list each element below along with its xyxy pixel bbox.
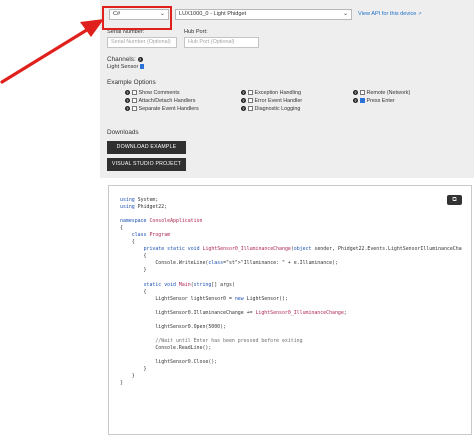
- option-checkbox[interactable]: [132, 106, 137, 111]
- help-icon[interactable]: ?: [125, 106, 130, 112]
- device-select-value: LUX1000_0 - Light Phidget: [179, 11, 247, 17]
- option-checkbox[interactable]: [132, 90, 137, 95]
- code-line: using Phidget22;: [120, 204, 168, 211]
- option-checkbox[interactable]: [248, 98, 253, 103]
- hub-port-placeholder: Hub Port (Optional): [188, 39, 235, 45]
- external-link-icon: ↗: [417, 11, 422, 16]
- code-line: static void Main(string[] args): [143, 281, 235, 288]
- help-icon[interactable]: ?: [241, 98, 246, 104]
- option-label: Error Event Handler: [254, 98, 303, 104]
- option-diagnostic-logging[interactable]: ? Diagnostic Logging: [241, 106, 300, 112]
- view-api-link-text: View API for this device: [358, 11, 417, 17]
- option-separate-event-handlers[interactable]: ? Separate Event Handlers: [125, 106, 199, 112]
- chevron-down-icon: ⌄: [342, 11, 348, 17]
- code-line: {: [131, 239, 135, 246]
- visual-studio-project-button[interactable]: VISUAL STUDIO PROJECT: [107, 158, 186, 171]
- download-example-button[interactable]: DOWNLOAD EXAMPLE: [107, 141, 186, 154]
- option-show-comments[interactable]: ? Show Comments: [125, 90, 180, 96]
- code-block: ⧉ using System; using Phidget22; namespa…: [108, 185, 472, 435]
- option-label: Attach/Detach Handlers: [138, 98, 196, 104]
- code-line: }: [143, 267, 147, 274]
- channel-checkbox[interactable]: [139, 64, 145, 69]
- view-api-link[interactable]: View API for this device ↗: [358, 11, 422, 17]
- help-icon[interactable]: ?: [125, 90, 130, 96]
- option-press-enter[interactable]: ? Press Enter: [353, 98, 395, 104]
- code-line: {: [143, 288, 147, 295]
- downloads-label: Downloads: [107, 129, 139, 136]
- code-line: //Wait until Enter has been pressed befo…: [120, 337, 303, 344]
- option-label: Separate Event Handlers: [138, 106, 199, 112]
- help-icon[interactable]: ?: [353, 90, 358, 96]
- option-checkbox[interactable]: [132, 98, 137, 103]
- code-line: }: [131, 373, 135, 380]
- code-line: lightSensor0.IlluminanceChange += LightS…: [120, 309, 347, 316]
- option-attach-detach-handlers[interactable]: ? Attach/Detach Handlers: [125, 98, 195, 104]
- device-select[interactable]: LUX1000_0 - Light Phidget ⌄: [175, 9, 352, 20]
- code-line: Console.WriteLine(class="st">"Illuminanc…: [120, 260, 338, 267]
- option-checkbox[interactable]: [360, 98, 365, 103]
- code-line: LightSensor lightSensor0 = new LightSens…: [120, 295, 288, 302]
- option-label: Press Enter: [366, 98, 395, 104]
- code-line: }: [120, 380, 123, 387]
- code-line: Console.ReadLine();: [155, 344, 212, 351]
- hub-port-label: Hub Port:: [184, 29, 208, 35]
- option-label: Exception Handling: [254, 90, 301, 96]
- option-label: Show Comments: [138, 90, 180, 96]
- code-line: }: [143, 366, 147, 373]
- option-checkbox[interactable]: [248, 90, 253, 95]
- hub-port-input[interactable]: Hub Port (Optional): [184, 37, 259, 48]
- annotation-arrow-icon: [0, 19, 104, 84]
- code-line: {: [120, 225, 123, 232]
- code-line: lightSensor0.Open(5000);: [155, 323, 226, 330]
- code-line: lightSensor0.Close();: [155, 359, 218, 366]
- option-remote-network[interactable]: ? Remote (Network): [353, 90, 410, 96]
- option-error-event-handler[interactable]: ? Error Event Handler: [241, 98, 302, 104]
- option-exception-handling[interactable]: ? Exception Handling: [241, 90, 301, 96]
- help-icon[interactable]: ?: [353, 98, 358, 104]
- option-checkbox[interactable]: [248, 106, 253, 111]
- code-line: class Program: [131, 232, 171, 239]
- help-icon[interactable]: ?: [125, 98, 130, 104]
- option-label: Remote (Network): [366, 90, 411, 96]
- help-icon[interactable]: ?: [241, 90, 246, 96]
- help-icon[interactable]: ?: [241, 106, 246, 112]
- option-label: Diagnostic Logging: [254, 106, 301, 112]
- option-checkbox[interactable]: [360, 90, 365, 95]
- code-line: using System;: [120, 197, 159, 203]
- code-line: namespace ConsoleApplication: [120, 218, 203, 225]
- code-line: {: [143, 253, 147, 260]
- code-line: private static void LightSensor0_Illumin…: [143, 246, 462, 253]
- code-text: using System; using Phidget22; namespace…: [120, 197, 462, 387]
